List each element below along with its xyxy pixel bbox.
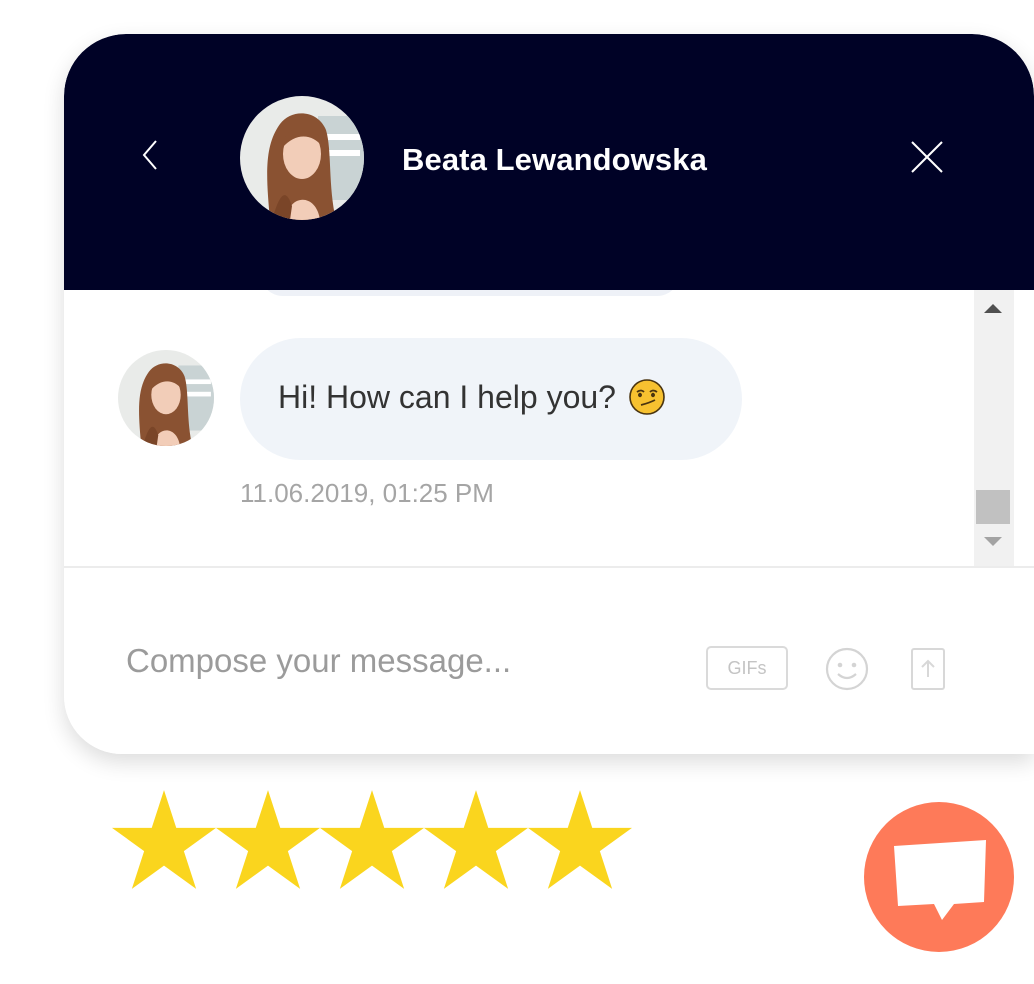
scroll-down-arrow-icon[interactable] xyxy=(984,537,1002,546)
upload-icon xyxy=(911,648,945,690)
smirking-face-emoji-icon xyxy=(629,379,665,415)
message-list[interactable]: Hi! How can I help you? 11.06.2019, 01:2… xyxy=(64,290,1034,566)
rating-stars[interactable] xyxy=(112,790,632,894)
smiley-icon xyxy=(825,647,869,691)
scrollbar[interactable] xyxy=(974,290,1014,566)
upload-button[interactable] xyxy=(910,646,946,692)
message-bubble: Hi! How can I help you? xyxy=(240,338,742,460)
close-button[interactable] xyxy=(908,138,946,176)
agent-avatar xyxy=(240,96,364,220)
close-icon xyxy=(911,141,943,173)
scroll-up-arrow-icon[interactable] xyxy=(984,304,1002,313)
star-icon[interactable] xyxy=(320,790,424,890)
message-text-row: Hi! How can I help you? xyxy=(278,378,666,416)
agent-name: Beata Lewandowska xyxy=(402,142,707,177)
composer: GIFs xyxy=(64,566,1034,754)
chat-launcher-button[interactable] xyxy=(864,802,1014,952)
previous-message-bubble xyxy=(260,290,680,296)
star-icon[interactable] xyxy=(528,790,632,890)
back-button[interactable] xyxy=(136,134,166,176)
star-icon[interactable] xyxy=(216,790,320,890)
message-timestamp: 11.06.2019, 01:25 PM xyxy=(240,478,494,508)
star-icon[interactable] xyxy=(424,790,528,890)
scroll-thumb[interactable] xyxy=(976,490,1010,524)
star-icon[interactable] xyxy=(112,790,216,890)
message-avatar xyxy=(118,350,214,446)
message-text: Hi! How can I help you? xyxy=(278,379,616,415)
chat-bubble-icon xyxy=(894,840,986,920)
chat-header: Beata Lewandowska xyxy=(64,34,1034,290)
emoji-button[interactable] xyxy=(824,646,870,692)
chat-widget: Beata Lewandowska Hi! How can I help you… xyxy=(64,34,1034,754)
chevron-left-icon xyxy=(142,140,157,170)
gifs-button[interactable]: GIFs xyxy=(706,646,788,690)
message-input[interactable] xyxy=(126,636,686,686)
